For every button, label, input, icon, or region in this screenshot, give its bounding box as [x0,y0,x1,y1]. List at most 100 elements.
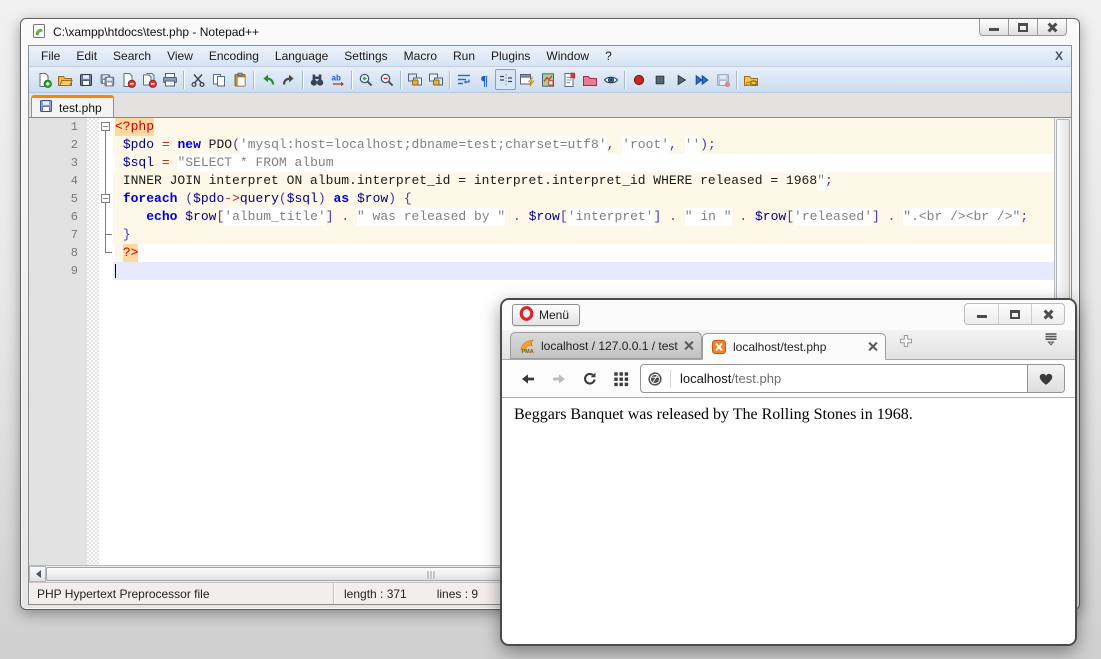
close-button[interactable] [1037,19,1067,36]
fold-marker-box-mid[interactable] [99,190,113,208]
code-token: $sql [123,154,154,172]
code-line-1[interactable]: <?php [113,118,1054,136]
maximize-button[interactable] [998,304,1031,324]
tab-test-php[interactable]: test.php [31,95,114,117]
menu-item-run[interactable]: Run [445,47,483,65]
macro-record-icon[interactable] [628,69,649,90]
speed-dial-grid-icon[interactable] [605,364,636,394]
cut-icon[interactable] [187,69,208,90]
menu-item-macro[interactable]: Macro [396,47,445,65]
tab-menu-icon[interactable] [1043,331,1059,352]
open-containing-folder-icon[interactable] [740,69,761,90]
code-line-7[interactable]: } [113,226,1054,244]
menu-item-file[interactable]: File [33,47,68,65]
menu-item-plugins[interactable]: Plugins [483,47,538,65]
word-wrap-icon[interactable] [453,69,474,90]
close-file-icon[interactable] [117,69,138,90]
code-token [334,208,342,226]
url-text[interactable]: localhost/test.php [680,371,781,386]
folder-as-workspace-icon[interactable] [579,69,600,90]
url-field[interactable]: localhost/test.php [640,364,1065,393]
text-caret [115,264,116,278]
code-line-4[interactable]: INNER JOIN interpret ON album.interpret_… [113,172,1054,190]
menu-item-search[interactable]: Search [105,47,159,65]
close-button[interactable] [1031,304,1064,324]
menu-item-settings[interactable]: Settings [336,47,395,65]
code-token: 'root' [622,136,669,154]
zoom-out-icon[interactable] [376,69,397,90]
code-token: [ [560,208,568,226]
notepad-title-bar[interactable]: C:\xampp\htdocs\test.php - Notepad++ [21,19,1079,45]
code-token [895,208,903,226]
browser-tab-1[interactable]: PMAlocalhost / 127.0.0.1 / test [510,332,702,359]
function-completion-icon[interactable] [516,69,537,90]
show-all-characters-icon[interactable]: ¶ [474,69,495,90]
code-line-9[interactable] [113,262,1054,280]
menu-item-language[interactable]: Language [267,47,336,65]
line-number: 8 [29,244,87,262]
minimize-button[interactable] [979,19,1009,36]
forward-button[interactable] [543,364,574,394]
save-icon[interactable] [75,69,96,90]
document-list-icon[interactable] [558,69,579,90]
svg-text:ab: ab [331,73,340,82]
menu-item-edit[interactable]: Edit [68,47,105,65]
browser-tab-2[interactable]: localhost/test.php [702,333,886,360]
fold-marker-box-start[interactable] [99,118,113,136]
code-line-5[interactable]: foreach ($pdo->query($sql) as $row) { [113,190,1054,208]
find-icon[interactable] [306,69,327,90]
code-token: 'interpret' [568,208,654,226]
fold-marker-line [99,208,113,226]
menu-item-help[interactable]: ? [597,47,620,65]
print-icon[interactable] [159,69,180,90]
replace-icon[interactable]: ab [327,69,348,90]
copy-icon[interactable] [208,69,229,90]
code-token: . [888,208,896,226]
line-number: 7 [29,226,87,244]
bookmark-margin[interactable] [87,118,99,565]
svg-text:PMA: PMA [522,348,534,353]
back-button[interactable] [512,364,543,394]
code-token: $sql [287,190,318,208]
close-all-icon[interactable] [138,69,159,90]
opera-title-strip[interactable]: Menü [502,300,1075,330]
macro-run-multiple-icon[interactable] [691,69,712,90]
tab-close-icon[interactable] [868,342,877,351]
bookmark-heart-button[interactable] [1027,365,1064,392]
menubar-close-document-button[interactable]: X [1055,49,1063,63]
maximize-button[interactable] [1008,19,1038,36]
zoom-in-icon[interactable] [355,69,376,90]
redo-icon[interactable] [278,69,299,90]
document-map-icon[interactable] [537,69,558,90]
fold-margin [99,118,113,565]
code-line-6[interactable]: echo $row['album_title'] . " was release… [113,208,1054,226]
open-file-icon[interactable] [54,69,75,90]
reload-button[interactable] [574,364,605,394]
save-all-icon[interactable] [96,69,117,90]
paste-icon[interactable] [229,69,250,90]
menu-item-view[interactable]: View [159,47,201,65]
code-token: $row [357,190,388,208]
macro-stop-icon[interactable] [649,69,670,90]
sync-horizontal-icon[interactable] [425,69,446,90]
macro-save-icon[interactable] [712,69,733,90]
sync-vertical-icon[interactable] [404,69,425,90]
menu-item-encoding[interactable]: Encoding [201,47,267,65]
monitoring-icon[interactable] [600,69,621,90]
new-file-icon[interactable] [33,69,54,90]
opera-menu-button[interactable]: Menü [512,304,580,326]
opera-menu-label: Menü [539,308,569,322]
undo-icon[interactable] [257,69,278,90]
scroll-left-button[interactable] [29,566,46,582]
minimize-button[interactable] [965,304,998,324]
indent-guide-icon[interactable] [495,69,516,90]
new-tab-button[interactable] [898,333,914,354]
code-line-2[interactable]: $pdo = new PDO('mysql:host=localhost;dbn… [113,136,1054,154]
code-token: . [341,208,349,226]
menu-item-window[interactable]: Window [538,47,597,65]
macro-play-icon[interactable] [670,69,691,90]
code-token: " in " [685,208,732,226]
code-line-8[interactable]: ?> [113,244,1054,262]
code-line-3[interactable]: $sql = "SELECT * FROM album [113,154,1054,172]
tab-close-icon[interactable] [684,341,693,350]
